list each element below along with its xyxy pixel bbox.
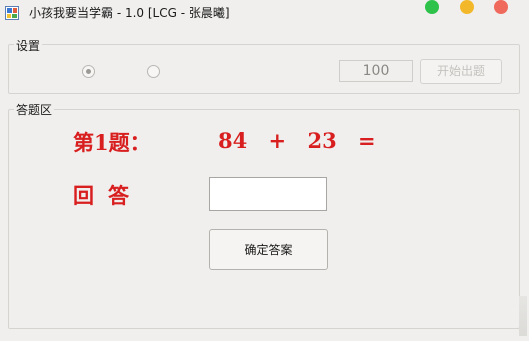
title-bar: 小孩我要当学霸 - 1.0 [LCG - 张晨曦] xyxy=(0,0,529,26)
answer-group-title: 答题区 xyxy=(14,101,55,118)
minimize-button[interactable] xyxy=(460,0,474,14)
window-edge-decoration xyxy=(519,296,527,336)
equals-sign: = xyxy=(358,128,376,153)
question-number-label: 第1题： xyxy=(73,130,151,155)
radio-selected-dot xyxy=(86,69,91,74)
mode-radio-2[interactable] xyxy=(147,65,160,78)
close-button[interactable] xyxy=(494,0,508,14)
question-expression: 84 + 23 = xyxy=(218,128,390,153)
confirm-answer-button[interactable]: 确定答案 xyxy=(209,229,328,270)
answer-label: 回答 xyxy=(73,183,143,208)
start-button[interactable]: 开始出题 xyxy=(420,59,502,84)
operand-b: 23 xyxy=(307,128,337,153)
settings-group-title: 设置 xyxy=(14,37,43,54)
question-count-field[interactable]: 100 xyxy=(339,60,413,82)
app-window: 小孩我要当学霸 - 1.0 [LCG - 张晨曦] 设置 100 开始出题 答题… xyxy=(0,0,529,341)
mode-radio-1[interactable] xyxy=(82,65,95,78)
operator: + xyxy=(268,128,287,153)
window-title: 小孩我要当学霸 - 1.0 [LCG - 张晨曦] xyxy=(29,6,230,20)
answer-input[interactable] xyxy=(209,177,327,211)
maximize-button[interactable] xyxy=(425,0,439,14)
operand-a: 84 xyxy=(218,128,248,153)
app-icon xyxy=(5,5,19,20)
